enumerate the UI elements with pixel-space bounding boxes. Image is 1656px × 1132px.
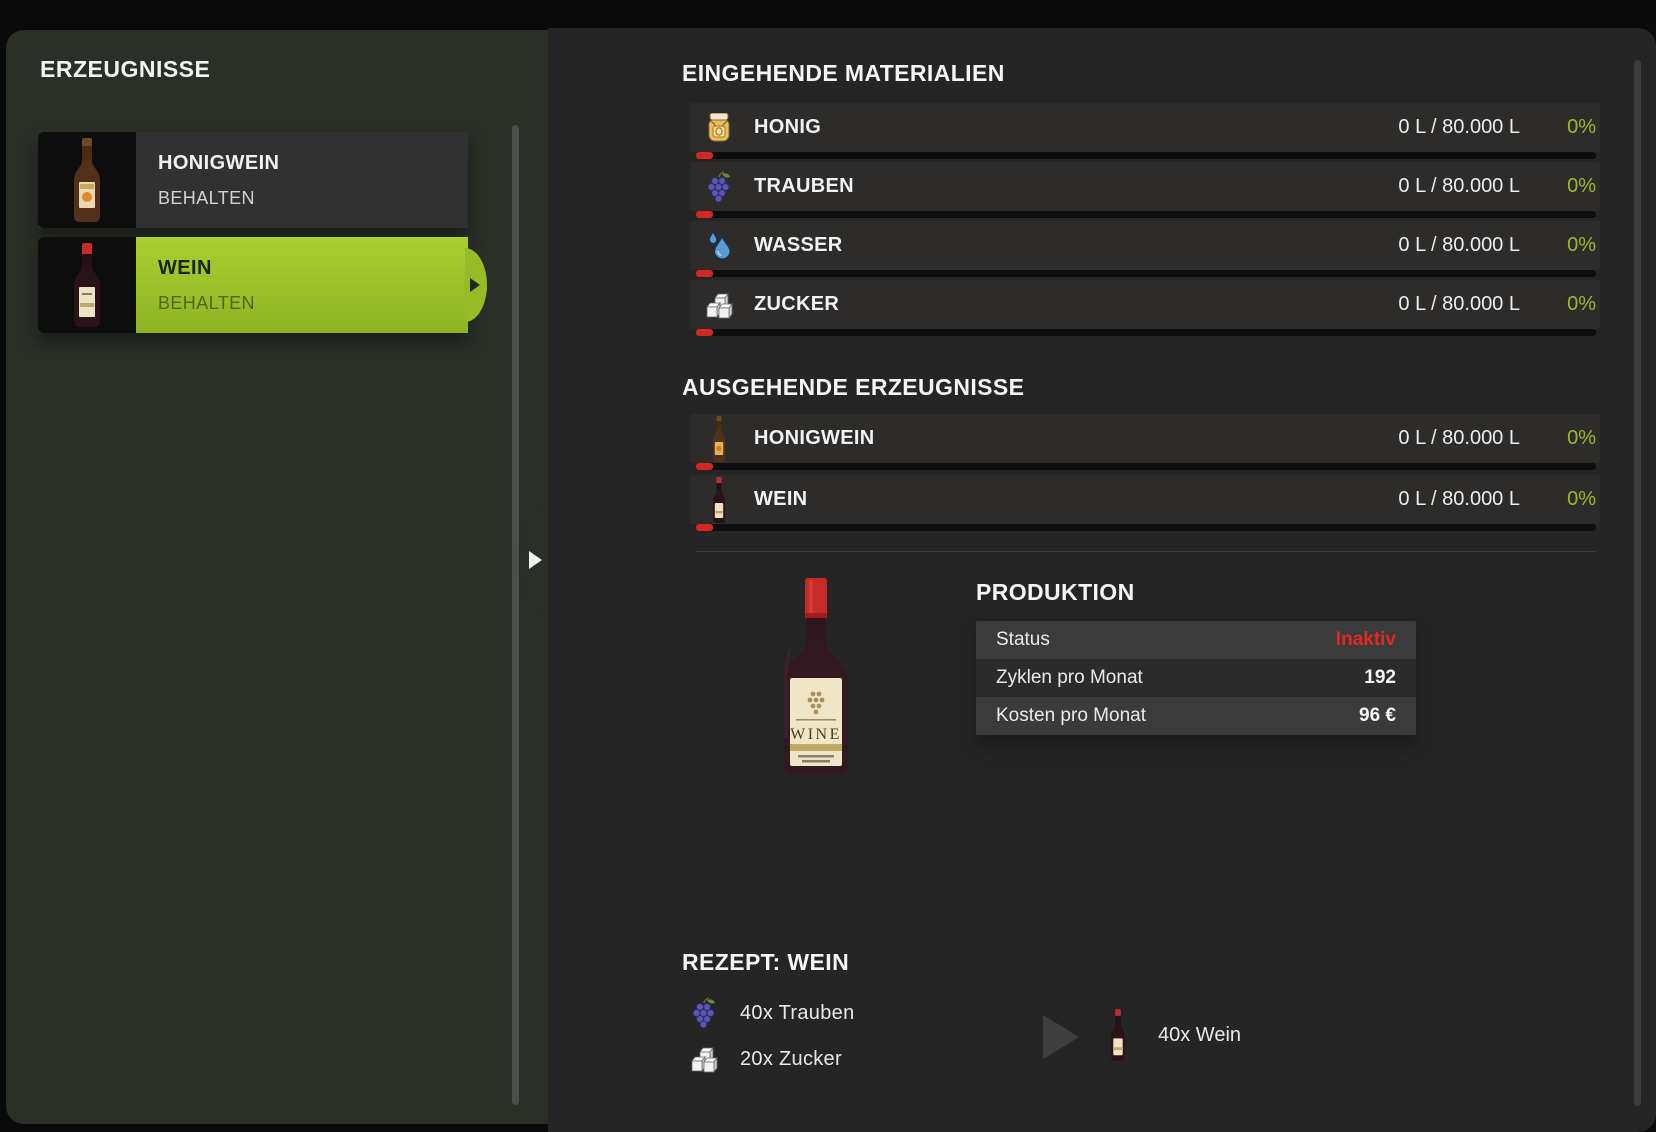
recipe-inputs: 40x Trauben: [690, 990, 855, 1082]
product-label: HONIGWEIN: [754, 427, 874, 450]
honey-icon: [705, 111, 733, 145]
wein-thumbnail: [38, 237, 136, 333]
material-label: HONIG: [754, 116, 821, 139]
product-name: HONIGWEIN: [158, 152, 468, 175]
product-mode: BEHALTEN: [158, 188, 468, 209]
product-name: WEIN: [158, 257, 468, 280]
material-label: WASSER: [754, 234, 842, 257]
recipe-arrow-icon: [1043, 1015, 1079, 1059]
selected-arrow-icon: [470, 278, 480, 292]
material-percent: 0%: [1520, 234, 1596, 257]
status-label: Status: [996, 629, 1050, 651]
product-amount: 0 L / 80.000 L: [1398, 427, 1520, 450]
recipe-title: REZEPT: WEIN: [682, 948, 849, 976]
material-percent: 0%: [1520, 116, 1596, 139]
costs-value: 96 €: [1359, 705, 1396, 727]
costs-row: Kosten pro Monat 96 €: [976, 697, 1416, 735]
product-row-honigwein[interactable]: HONIGWEIN 0 L / 80.000 L 0%: [690, 414, 1600, 475]
status-value: Inaktiv: [1336, 629, 1396, 651]
sugar-icon: [705, 288, 733, 322]
fill-level-bar: [696, 270, 1596, 277]
costs-label: Kosten pro Monat: [996, 705, 1146, 727]
water-icon: [705, 229, 733, 263]
honigwein-bottle-image: [70, 138, 104, 222]
production-title: PRODUKTION: [976, 578, 1135, 606]
material-amount: 0 L / 80.000 L: [1398, 116, 1520, 139]
product-item-honigwein[interactable]: HONIGWEIN BEHALTEN: [38, 132, 468, 228]
wein-bottle-icon: [1109, 1009, 1127, 1066]
selected-item-notch: [465, 248, 487, 322]
fill-level-bar: [696, 211, 1596, 218]
outgoing-products-title: AUSGEHENDE ERZEUGNISSE: [682, 373, 1024, 401]
material-row-trauben[interactable]: TRAUBEN 0 L / 80.000 L 0%: [690, 162, 1600, 221]
grapes-icon: [705, 170, 733, 204]
fill-level-bar: [696, 463, 1596, 470]
cycles-row: Zyklen pro Monat 192: [976, 659, 1416, 697]
material-label: ZUCKER: [754, 293, 839, 316]
details-panel: EINGEHENDE MATERIALIEN HONIG: [548, 28, 1656, 1132]
cycles-value: 192: [1364, 667, 1396, 689]
material-row-zucker[interactable]: ZUCKER 0 L / 80.000 L 0%: [690, 280, 1600, 339]
products-scrollbar[interactable]: [512, 125, 519, 1105]
product-label: WEIN: [754, 488, 807, 511]
fill-level-bar: [696, 152, 1596, 159]
material-row-wasser[interactable]: WASSER 0 L / 80.000 L 0%: [690, 221, 1600, 280]
details-scrollbar[interactable]: [1634, 60, 1641, 1106]
material-percent: 0%: [1520, 175, 1596, 198]
expand-arrow-icon: [529, 551, 542, 569]
products-panel: ERZEUGNISSE HONIGWEIN BEHALTEN: [6, 30, 548, 1124]
wein-bottle-icon: [705, 483, 733, 517]
product-percent: 0%: [1520, 427, 1596, 450]
product-amount: 0 L / 80.000 L: [1398, 488, 1520, 511]
recipe-input-label: 20x Zucker: [740, 1048, 842, 1071]
product-percent: 0%: [1520, 488, 1596, 511]
outgoing-products-list: HONIGWEIN 0 L / 80.000 L 0%: [690, 414, 1600, 536]
product-mode: BEHALTEN: [158, 293, 468, 314]
material-amount: 0 L / 80.000 L: [1398, 293, 1520, 316]
wein-bottle-image: [70, 243, 104, 327]
production-dialog: ERZEUGNISSE HONIGWEIN BEHALTEN: [0, 0, 1656, 1132]
material-percent: 0%: [1520, 293, 1596, 316]
fill-level-bar: [696, 329, 1596, 336]
sugar-icon: [690, 1042, 718, 1076]
material-amount: 0 L / 80.000 L: [1398, 175, 1520, 198]
incoming-materials-list: HONIG 0 L / 80.000 L 0%: [690, 103, 1600, 339]
production-stats-table: Status Inaktiv Zyklen pro Monat 192 Kost…: [976, 621, 1416, 735]
material-amount: 0 L / 80.000 L: [1398, 234, 1520, 257]
material-label: TRAUBEN: [754, 175, 854, 198]
material-row-honig[interactable]: HONIG 0 L / 80.000 L 0%: [690, 103, 1600, 162]
recipe-input-label: 40x Trauben: [740, 1002, 855, 1025]
wine-bottle-image: WINE: [770, 578, 862, 775]
honigwein-bottle-icon: [705, 422, 733, 456]
grapes-icon: [690, 996, 718, 1030]
product-row-wein[interactable]: WEIN 0 L / 80.000 L 0%: [690, 475, 1600, 536]
incoming-materials-title: EINGEHENDE MATERIALIEN: [682, 59, 1005, 87]
honigwein-thumbnail: [38, 132, 136, 228]
fill-level-bar: [696, 524, 1596, 531]
svg-text:WINE: WINE: [790, 726, 842, 743]
section-divider: [696, 551, 1596, 552]
recipe-output-label: 40x Wein: [1158, 1024, 1241, 1047]
product-item-wein[interactable]: WEIN BEHALTEN: [38, 237, 468, 333]
status-row: Status Inaktiv: [976, 621, 1416, 659]
recipe-input-zucker: 20x Zucker: [690, 1036, 855, 1082]
cycles-label: Zyklen pro Monat: [996, 667, 1143, 689]
products-panel-title: ERZEUGNISSE: [40, 56, 210, 83]
recipe-input-trauben: 40x Trauben: [690, 990, 855, 1036]
